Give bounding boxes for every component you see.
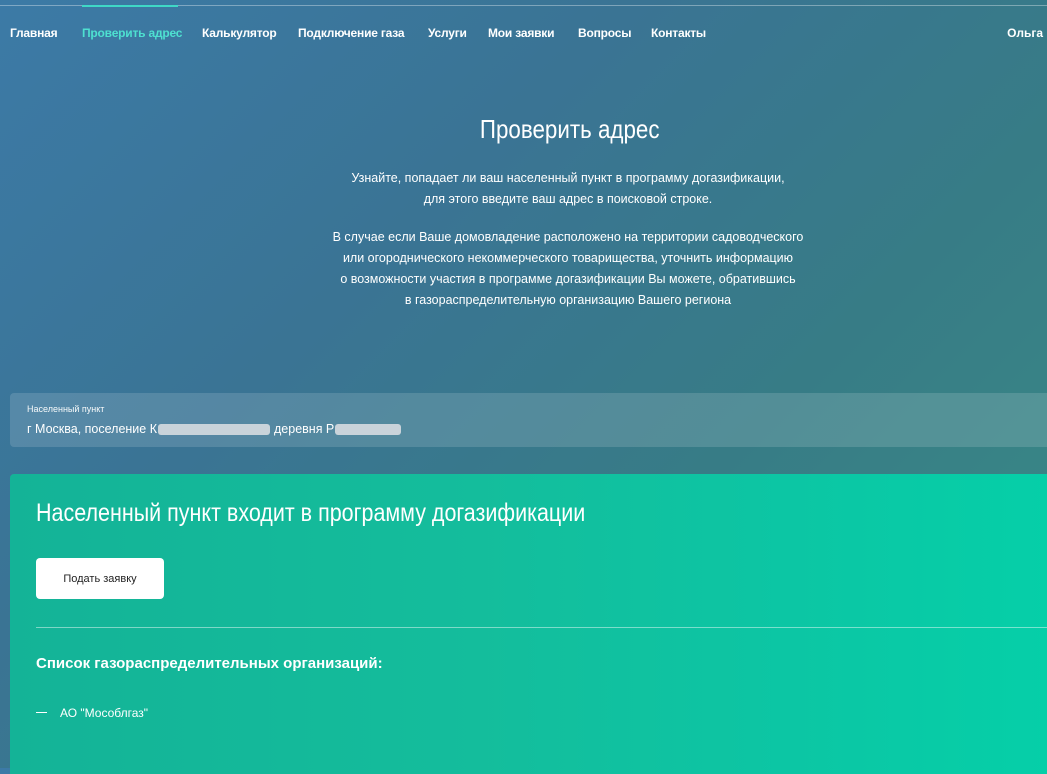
nav-item-contacts[interactable]: Контакты: [651, 26, 706, 40]
dash-icon: [36, 712, 47, 714]
nav-item-questions[interactable]: Вопросы: [578, 26, 631, 40]
nav-item-services[interactable]: Услуги: [428, 26, 467, 40]
nav-item-check-address[interactable]: Проверить адрес: [82, 26, 182, 40]
org-name: АО "Мособлгаз": [60, 706, 149, 720]
org-list-item: АО "Мособлгаз": [36, 706, 148, 720]
user-menu[interactable]: Ольга: [1007, 26, 1043, 40]
address-part-2: деревня Р: [274, 422, 335, 436]
hero-description: Узнайте, попадает ли ваш населенный пунк…: [268, 168, 868, 311]
page-title: Проверить адрес: [479, 114, 660, 144]
nav-item-home[interactable]: Главная: [10, 26, 58, 40]
search-field-label: Населенный пункт: [27, 404, 105, 414]
search-field-value[interactable]: г Москва, поселение К деревня Р: [27, 422, 402, 436]
nav-item-calculator[interactable]: Калькулятор: [202, 26, 277, 40]
result-divider: [36, 627, 1047, 628]
redacted-block: [158, 423, 270, 435]
snt-line-4: в газораспределительную организацию Ваше…: [404, 293, 732, 307]
address-search-field[interactable]: Населенный пункт г Москва, поселение К д…: [10, 393, 1047, 447]
main-navigation: Главная Проверить адрес Калькулятор Подк…: [0, 0, 1047, 60]
nav-item-gas-connection[interactable]: Подключение газа: [298, 26, 405, 40]
intro-line-1: Узнайте, попадает ли ваш населенный пунк…: [351, 171, 785, 185]
orgs-list-title: Список газораспределительных организаций…: [36, 655, 383, 672]
active-tab-indicator: [82, 5, 178, 7]
snt-line-2: или огороднического некоммерческого това…: [342, 251, 794, 265]
address-part-1: г Москва, поселение К: [27, 422, 157, 436]
redacted-block: [335, 423, 402, 435]
snt-line-1: В случае если Ваше домовладение располож…: [332, 230, 804, 244]
snt-paragraph: В случае если Ваше домовладение располож…: [268, 227, 868, 311]
intro-paragraph: Узнайте, попадает ли ваш населенный пунк…: [268, 168, 868, 210]
nav-item-my-requests[interactable]: Мои заявки: [488, 26, 554, 40]
result-title: Населенный пункт входит в программу дога…: [36, 499, 586, 527]
snt-line-3: о возможности участия в программе догази…: [340, 272, 796, 286]
intro-line-2: для этого введите ваш адрес в поисковой …: [423, 192, 713, 206]
result-card: Населенный пункт входит в программу дога…: [10, 474, 1047, 774]
apply-button[interactable]: Подать заявку: [36, 558, 164, 599]
